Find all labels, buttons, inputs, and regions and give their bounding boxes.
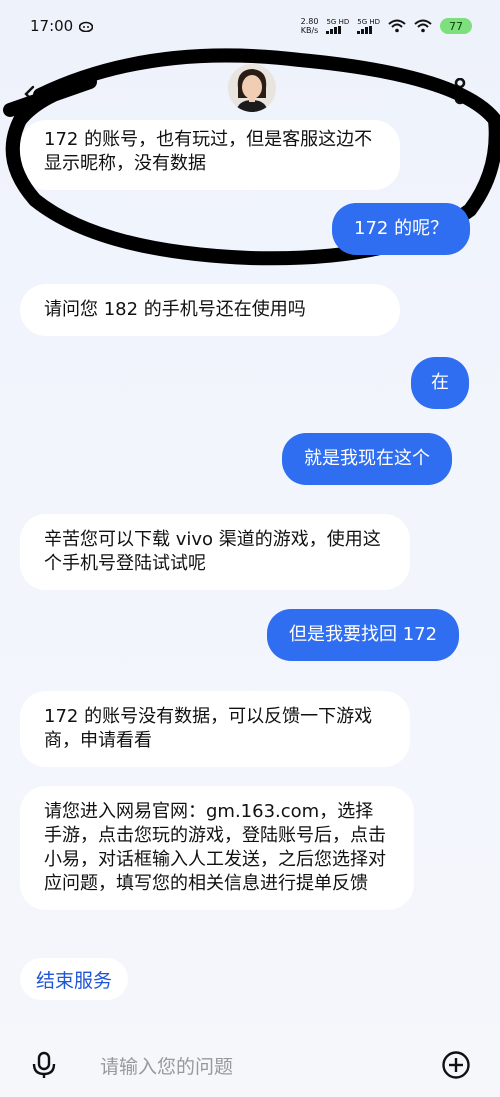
sim2-signal: 5G HD: [357, 18, 380, 34]
message-user-1: 172 的呢？: [332, 203, 471, 255]
notification-icon: [79, 21, 94, 32]
more-options-icon[interactable]: [452, 78, 468, 106]
net-speed-value: 2.80: [300, 17, 319, 26]
message-text: 请您进入网易官网：gm.163.com，选择手游，点击您玩的游戏，登陆账号后，点…: [44, 801, 386, 894]
message-text: 在: [431, 372, 449, 393]
wifi-icon-2: [414, 19, 432, 33]
message-agent-5: 请您进入网易官网：gm.163.com，选择手游，点击您玩的游戏，登陆账号后，点…: [20, 786, 414, 910]
message-text: 辛苦您可以下载 vivo 渠道的游戏，使用这个手机号登陆试试呢: [44, 529, 381, 574]
message-text: 请问您 182 的手机号还在使用吗: [44, 299, 306, 320]
message-agent-4: 172 的账号没有数据，可以反馈一下游戏商，申请看看: [20, 691, 410, 767]
message-agent-3: 辛苦您可以下载 vivo 渠道的游戏，使用这个手机号登陆试试呢: [20, 514, 410, 590]
message-user-4: 但是我要找回 172: [267, 609, 460, 661]
chat-header: [0, 58, 500, 128]
end-service-button[interactable]: 结束服务: [20, 958, 129, 1000]
microphone-icon[interactable]: [30, 1051, 58, 1079]
net-speed-unit: KB/s: [300, 26, 319, 35]
clock: 17:00: [30, 17, 74, 35]
agent-avatar[interactable]: [228, 64, 276, 112]
message-text: 172 的账号，也有玩过，但是客服这边不显示昵称，没有数据: [44, 129, 373, 174]
message-text: 但是我要找回 172: [289, 624, 438, 645]
message-text: 172 的账号没有数据，可以反馈一下游戏商，申请看看: [44, 706, 373, 751]
message-input[interactable]: 请输入您的问题: [100, 1052, 400, 1079]
message-agent-2: 请问您 182 的手机号还在使用吗: [20, 284, 400, 336]
back-icon[interactable]: [20, 84, 40, 104]
message-user-3: 就是我现在这个: [282, 433, 452, 485]
network-speed: 2.80 KB/s: [301, 17, 319, 35]
sim1-label: 5G HD: [326, 18, 350, 26]
status-bar: 17:00 2.80 KB/s 5G HD 5G HD 77: [0, 0, 500, 52]
sim2-label: 5G HD: [357, 18, 380, 26]
add-icon[interactable]: [441, 1050, 471, 1080]
sim1-signal: 5G HD: [326, 18, 349, 34]
wifi-icon: [388, 19, 406, 33]
message-agent-1: 172 的账号，也有玩过，但是客服这边不显示昵称，没有数据: [20, 120, 400, 190]
message-text: 就是我现在这个: [304, 448, 430, 469]
message-text: 172 的呢？: [354, 218, 449, 239]
message-user-2: 在: [411, 357, 469, 409]
battery-indicator: 77: [440, 18, 472, 34]
